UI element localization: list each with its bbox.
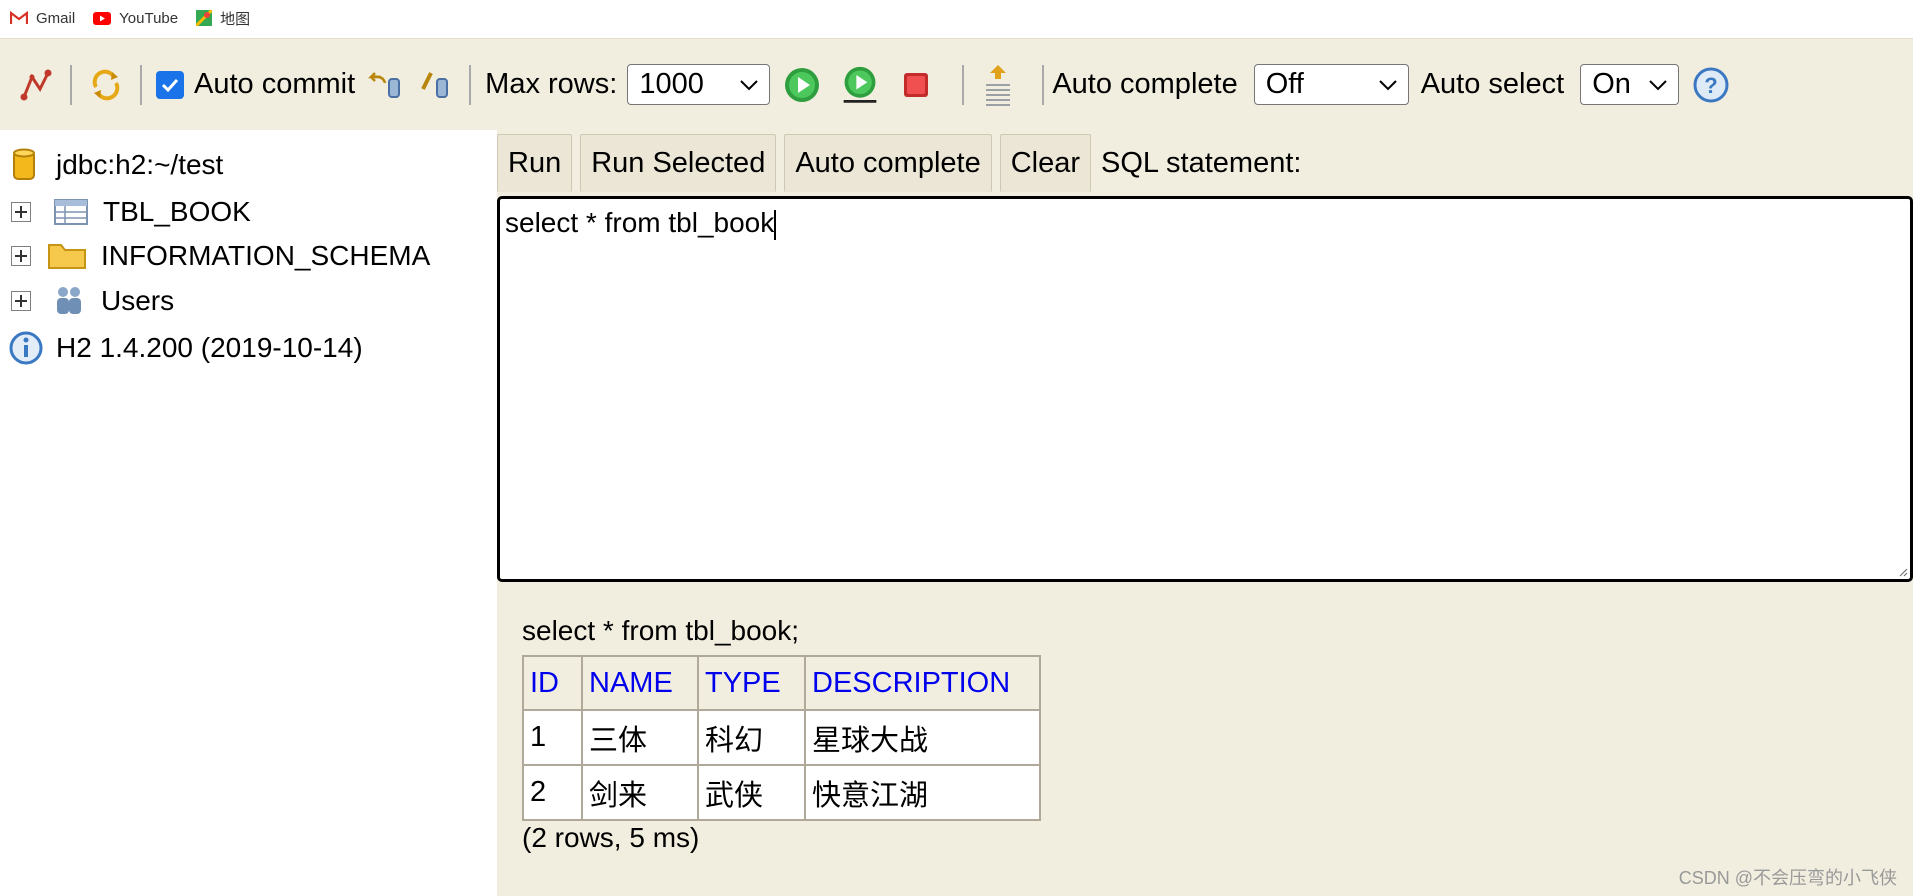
auto-select-label: Auto select	[1420, 68, 1565, 100]
run-selected-button[interactable]: Run Selected	[580, 134, 777, 192]
column-header-description[interactable]: DESCRIPTION	[804, 655, 1041, 711]
database-icon	[13, 148, 35, 180]
run-button[interactable]: Run	[497, 134, 573, 192]
max-rows-label: Max rows:	[485, 68, 618, 100]
youtube-icon	[93, 11, 112, 25]
result-table: ID NAME TYPE DESCRIPTION 1 三体 科幻 星球大战 2 …	[522, 655, 1041, 821]
toolbar-separator	[469, 64, 472, 105]
expand-icon[interactable]	[11, 202, 31, 222]
stop-icon[interactable]	[896, 65, 936, 105]
tree-item-label: INFORMATION_SCHEMA	[101, 240, 431, 271]
auto-complete-button[interactable]: Auto complete	[784, 134, 992, 192]
users-icon	[57, 287, 81, 314]
svg-text:?: ?	[1704, 73, 1717, 98]
schema-tree: jdbc:h2:~/test TBL_BOOK INFORMATION_SCHE…	[0, 130, 490, 896]
column-header-type[interactable]: TYPE	[697, 655, 806, 711]
clear-button[interactable]: Clear	[999, 134, 1092, 192]
tree-item-users[interactable]: Users	[0, 281, 174, 321]
max-rows-select[interactable]: 1000	[627, 64, 771, 105]
toolbar-separator	[70, 64, 72, 105]
table-header-row: ID NAME TYPE DESCRIPTION	[522, 655, 1041, 711]
table-cell: 武侠	[697, 764, 806, 821]
toolbar-separator	[1042, 64, 1045, 105]
table-cell: 科幻	[697, 709, 806, 766]
max-rows-value: 1000	[639, 68, 704, 100]
disconnect-icon[interactable]	[16, 65, 56, 105]
expand-icon[interactable]	[11, 291, 31, 311]
table-row: 2 剑来 武侠 快意江湖	[522, 764, 1041, 821]
column-header-id[interactable]: ID	[522, 655, 583, 711]
tree-item-label: TBL_BOOK	[103, 196, 251, 227]
sql-editor[interactable]: select * from tbl_book	[497, 196, 1913, 582]
sql-editor-text: select * from tbl_book	[505, 207, 775, 238]
bookmark-youtube[interactable]: YouTube	[93, 10, 178, 27]
result-query-text: select * from tbl_book;	[522, 615, 800, 646]
table-row: 1 三体 科幻 星球大战	[522, 709, 1041, 766]
tree-item-information-schema[interactable]: INFORMATION_SCHEMA	[0, 236, 430, 276]
query-panel: Run Run Selected Auto complete Clear SQL…	[497, 130, 1913, 896]
tree-connection-label: jdbc:h2:~/test	[56, 149, 224, 180]
folder-icon	[48, 244, 86, 269]
bookmark-maps[interactable]: 地图	[196, 8, 250, 29]
table-cell: 星球大战	[804, 709, 1041, 766]
tree-item-label: Users	[101, 285, 175, 316]
table-cell: 2	[522, 764, 583, 821]
bookmark-label: YouTube	[119, 9, 179, 27]
auto-complete-label: Auto complete	[1052, 68, 1238, 100]
commit-icon[interactable]	[415, 65, 455, 105]
chevron-down-icon	[1378, 79, 1397, 90]
auto-select-select[interactable]: On	[1580, 64, 1680, 105]
refresh-icon[interactable]	[86, 65, 126, 105]
watermark: CSDN @不会压弯的小飞侠	[1678, 868, 1897, 888]
toolbar-separator	[962, 64, 965, 105]
table-cell: 剑来	[581, 764, 699, 821]
table-icon	[54, 199, 88, 225]
table-cell: 三体	[581, 709, 699, 766]
auto-select-value: On	[1592, 68, 1631, 100]
query-button-row: Run Run Selected Auto complete Clear SQL…	[497, 134, 1301, 192]
info-icon	[9, 331, 43, 365]
run-icon[interactable]	[782, 65, 822, 105]
table-cell: 1	[522, 709, 583, 766]
tree-connection[interactable]: jdbc:h2:~/test	[12, 145, 223, 185]
run-selected-icon[interactable]	[840, 65, 880, 105]
result-summary: (2 rows, 5 ms)	[522, 822, 700, 853]
auto-commit-checkbox[interactable]	[156, 70, 184, 99]
table-cell: 快意江湖	[804, 764, 1041, 821]
bookmark-gmail[interactable]: Gmail	[10, 10, 75, 27]
resize-grip-icon[interactable]	[1896, 565, 1908, 577]
expand-icon[interactable]	[11, 246, 31, 266]
tree-item-tbl-book[interactable]: TBL_BOOK	[0, 192, 251, 232]
toolbar: Auto commit Max rows: 1000 Auto complete…	[0, 38, 1913, 130]
auto-complete-value: Off	[1265, 68, 1304, 100]
chevron-down-icon	[1649, 79, 1667, 90]
history-icon[interactable]	[978, 64, 1018, 106]
sql-statement-label: SQL statement:	[1101, 146, 1302, 179]
maps-icon	[196, 10, 213, 26]
rollback-icon[interactable]	[365, 65, 405, 105]
tree-version-label: H2 1.4.200 (2019-10-14)	[56, 332, 363, 363]
auto-commit-label: Auto commit	[194, 68, 356, 100]
gmail-icon	[10, 11, 28, 24]
toolbar-separator	[140, 64, 142, 105]
bookmark-label: Gmail	[36, 9, 76, 27]
tree-version: H2 1.4.200 (2019-10-14)	[8, 328, 363, 368]
bookmark-label: 地图	[220, 10, 251, 28]
help-icon[interactable]: ?	[1691, 65, 1731, 105]
auto-complete-select[interactable]: Off	[1253, 64, 1409, 105]
text-caret	[774, 209, 776, 240]
column-header-name[interactable]: NAME	[581, 655, 699, 711]
chevron-down-icon	[740, 79, 759, 90]
bookmarks-bar: Gmail YouTube 地图	[0, 0, 1913, 36]
